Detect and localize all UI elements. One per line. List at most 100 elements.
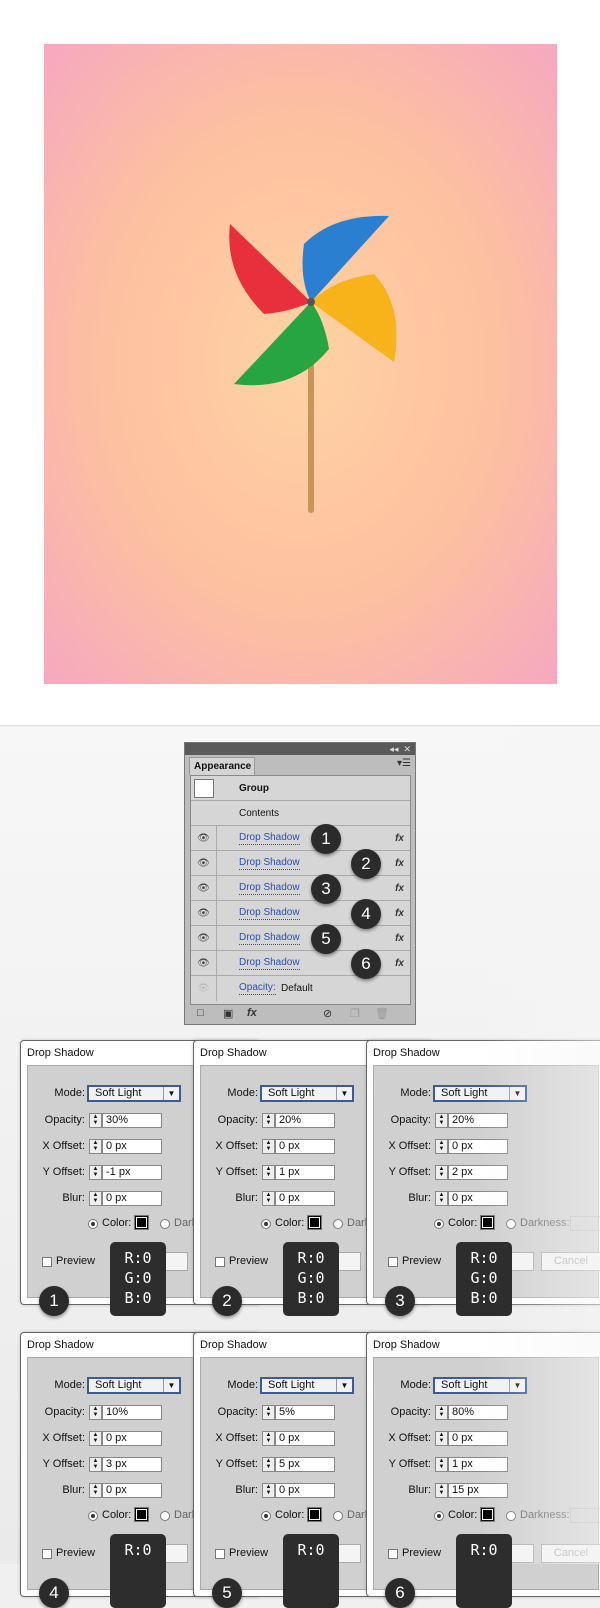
mode-select[interactable]: Soft Light ▼ bbox=[433, 1085, 527, 1102]
effect-row[interactable]: 👁 Drop Shadow 6 fx bbox=[191, 949, 410, 979]
y-offset-input[interactable]: 1 px bbox=[448, 1457, 508, 1472]
darkness-input[interactable]: 100% bbox=[570, 1508, 600, 1523]
tab-appearance[interactable]: Appearance bbox=[189, 757, 255, 775]
blur-stepper[interactable]: ▲ ▼ bbox=[262, 1191, 275, 1206]
eye-icon[interactable]: 👁 bbox=[191, 926, 217, 951]
y-offset-stepper[interactable]: ▲ ▼ bbox=[435, 1457, 448, 1472]
color-radio[interactable] bbox=[88, 1219, 98, 1229]
darkness-radio[interactable] bbox=[333, 1511, 343, 1521]
blur-stepper[interactable]: ▲ ▼ bbox=[89, 1191, 102, 1206]
x-offset-input[interactable]: 0 px bbox=[448, 1431, 508, 1446]
contents-row[interactable]: Contents bbox=[191, 801, 410, 826]
opacity-input[interactable]: 10% bbox=[102, 1405, 162, 1420]
color-swatch[interactable] bbox=[480, 1215, 495, 1230]
y-offset-stepper[interactable]: ▲ ▼ bbox=[262, 1165, 275, 1180]
color-radio[interactable] bbox=[261, 1511, 271, 1521]
effect-row[interactable]: 👁 Drop Shadow 4 fx bbox=[191, 899, 410, 929]
opacity-input[interactable]: 20% bbox=[275, 1113, 335, 1128]
mode-select[interactable]: Soft Light ▼ bbox=[260, 1377, 354, 1394]
clear-appearance-icon[interactable]: ⊘ bbox=[323, 1007, 332, 1020]
color-radio[interactable] bbox=[88, 1511, 98, 1521]
x-offset-stepper[interactable]: ▲ ▼ bbox=[89, 1139, 102, 1154]
preview-checkbox[interactable] bbox=[388, 1549, 398, 1559]
opacity-stepper[interactable]: ▲ ▼ bbox=[435, 1405, 448, 1420]
x-offset-stepper[interactable]: ▲ ▼ bbox=[89, 1431, 102, 1446]
effect-row[interactable]: 👁 Drop Shadow 1 fx bbox=[191, 824, 410, 854]
opacity-input[interactable]: 5% bbox=[275, 1405, 335, 1420]
preview-checkbox[interactable] bbox=[388, 1257, 398, 1267]
x-offset-input[interactable]: 0 px bbox=[275, 1139, 335, 1154]
x-offset-input[interactable]: 0 px bbox=[102, 1139, 162, 1154]
opacity-stepper[interactable]: ▲ ▼ bbox=[435, 1113, 448, 1128]
preview-checkbox[interactable] bbox=[215, 1549, 225, 1559]
drop-shadow-link[interactable]: Drop Shadow bbox=[239, 882, 300, 895]
darkness-radio[interactable] bbox=[333, 1219, 343, 1229]
blur-input[interactable]: 0 px bbox=[102, 1191, 162, 1206]
preview-checkbox[interactable] bbox=[215, 1257, 225, 1267]
x-offset-stepper[interactable]: ▲ ▼ bbox=[262, 1139, 275, 1154]
eye-icon[interactable]: 👁 bbox=[191, 826, 217, 851]
blur-stepper[interactable]: ▲ ▼ bbox=[262, 1483, 275, 1498]
opacity-input[interactable]: 30% bbox=[102, 1113, 162, 1128]
color-swatch[interactable] bbox=[307, 1507, 322, 1522]
darkness-radio[interactable] bbox=[160, 1511, 170, 1521]
eye-icon[interactable]: 👁 bbox=[191, 876, 217, 901]
darkness-input[interactable]: 100% bbox=[570, 1216, 600, 1231]
effect-row[interactable]: 👁 Drop Shadow 5 fx bbox=[191, 924, 410, 954]
blur-input[interactable]: 0 px bbox=[102, 1483, 162, 1498]
color-swatch[interactable] bbox=[480, 1507, 495, 1522]
blur-input[interactable]: 0 px bbox=[275, 1191, 335, 1206]
drop-shadow-link[interactable]: Drop Shadow bbox=[239, 832, 300, 845]
eye-icon[interactable]: 👁 bbox=[191, 901, 217, 926]
opacity-stepper[interactable]: ▲ ▼ bbox=[89, 1405, 102, 1420]
opacity-input[interactable]: 80% bbox=[448, 1405, 508, 1420]
color-swatch[interactable] bbox=[134, 1215, 149, 1230]
color-radio[interactable] bbox=[434, 1219, 444, 1229]
drop-shadow-link[interactable]: Drop Shadow bbox=[239, 857, 300, 870]
add-effect-icon[interactable]: fx bbox=[247, 1007, 257, 1019]
mode-select[interactable]: Soft Light ▼ bbox=[433, 1377, 527, 1394]
x-offset-input[interactable]: 0 px bbox=[102, 1431, 162, 1446]
opacity-row[interactable]: 👁 Opacity: Default bbox=[191, 976, 410, 1001]
add-fill-icon[interactable]: ▣ bbox=[223, 1007, 233, 1020]
y-offset-stepper[interactable]: ▲ ▼ bbox=[262, 1457, 275, 1472]
y-offset-input[interactable]: 1 px bbox=[275, 1165, 335, 1180]
cancel-button[interactable]: Cancel bbox=[541, 1544, 600, 1563]
opacity-stepper[interactable]: ▲ ▼ bbox=[262, 1405, 275, 1420]
darkness-radio[interactable] bbox=[506, 1219, 516, 1229]
blur-stepper[interactable]: ▲ ▼ bbox=[89, 1483, 102, 1498]
x-offset-stepper[interactable]: ▲ ▼ bbox=[435, 1431, 448, 1446]
y-offset-input[interactable]: -1 px bbox=[102, 1165, 162, 1180]
color-swatch[interactable] bbox=[134, 1507, 149, 1522]
effect-row[interactable]: 👁 Drop Shadow 3 fx bbox=[191, 874, 410, 904]
panel-menu-icon[interactable]: ▾☰ bbox=[397, 758, 411, 769]
eye-icon[interactable]: 👁 bbox=[191, 851, 217, 876]
y-offset-input[interactable]: 3 px bbox=[102, 1457, 162, 1472]
y-offset-input[interactable]: 2 px bbox=[448, 1165, 508, 1180]
opacity-stepper[interactable]: ▲ ▼ bbox=[262, 1113, 275, 1128]
blur-input[interactable]: 0 px bbox=[448, 1191, 508, 1206]
preview-checkbox[interactable] bbox=[42, 1549, 52, 1559]
darkness-radio[interactable] bbox=[160, 1219, 170, 1229]
x-offset-stepper[interactable]: ▲ ▼ bbox=[435, 1139, 448, 1154]
drop-shadow-link[interactable]: Drop Shadow bbox=[239, 932, 300, 945]
eye-icon[interactable]: 👁 bbox=[191, 976, 217, 1001]
blur-stepper[interactable]: ▲ ▼ bbox=[435, 1483, 448, 1498]
blur-input[interactable]: 15 px bbox=[448, 1483, 508, 1498]
color-swatch[interactable] bbox=[307, 1215, 322, 1230]
darkness-radio[interactable] bbox=[506, 1511, 516, 1521]
mode-select[interactable]: Soft Light ▼ bbox=[260, 1085, 354, 1102]
blur-input[interactable]: 0 px bbox=[275, 1483, 335, 1498]
opacity-input[interactable]: 20% bbox=[448, 1113, 508, 1128]
y-offset-stepper[interactable]: ▲ ▼ bbox=[89, 1457, 102, 1472]
mode-select[interactable]: Soft Light ▼ bbox=[87, 1377, 181, 1394]
drop-shadow-link[interactable]: Drop Shadow bbox=[239, 957, 300, 970]
delete-icon[interactable]: 🗑 bbox=[375, 1007, 389, 1020]
add-stroke-icon[interactable]: □ bbox=[197, 1007, 204, 1019]
effect-row[interactable]: 👁 Drop Shadow 2 fx bbox=[191, 849, 410, 879]
x-offset-input[interactable]: 0 px bbox=[448, 1139, 508, 1154]
color-radio[interactable] bbox=[434, 1511, 444, 1521]
y-offset-stepper[interactable]: ▲ ▼ bbox=[89, 1165, 102, 1180]
duplicate-icon[interactable]: ❐ bbox=[350, 1007, 360, 1020]
y-offset-input[interactable]: 5 px bbox=[275, 1457, 335, 1472]
